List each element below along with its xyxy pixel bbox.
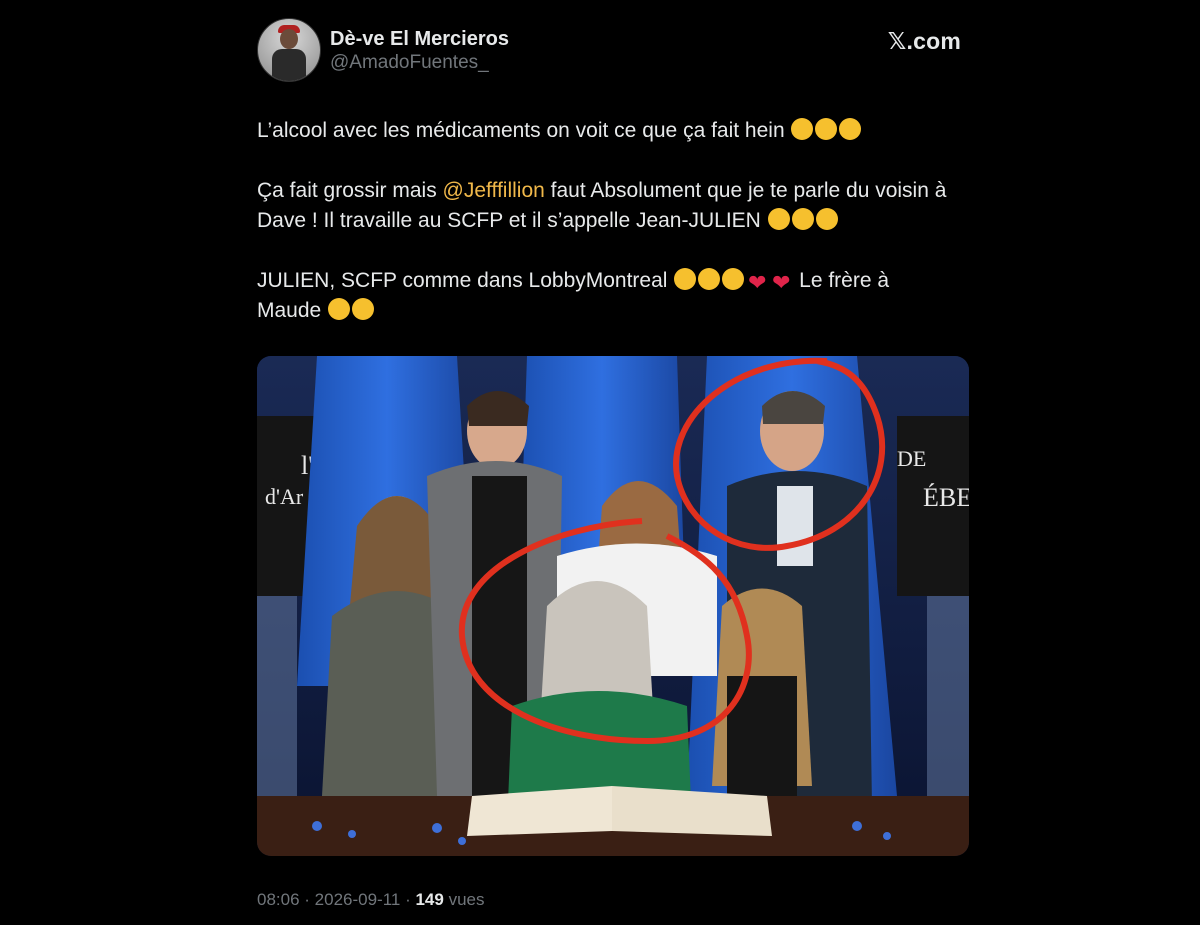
tweet-card: Dè-ve El Mercieros @AmadoFuentes_ 𝕏.com … (257, 18, 969, 909)
heart-eyes-icon (722, 268, 745, 290)
author-names: Dè-ve El Mercieros @AmadoFuentes_ (330, 27, 509, 75)
tweet-line-1: L’alcool avec les médicaments on voit ce… (257, 119, 785, 142)
author-avatar[interactable] (257, 18, 321, 82)
tweet-p2-start: Ça fait grossir mais (257, 179, 443, 202)
tweet-date[interactable]: 2026-09-11 (315, 890, 401, 909)
mention-link[interactable]: @Jefffillion (443, 179, 545, 202)
svg-text:d'Ar: d'Ar (265, 484, 304, 509)
heart-on-fire-icon: ❤ (772, 270, 791, 295)
author-display-name[interactable]: Dè-ve El Mercieros (330, 27, 509, 51)
tweet-header: Dè-ve El Mercieros @AmadoFuentes_ 𝕏.com (257, 18, 969, 82)
tweet-photo[interactable]: l' d'Ar DE ÉBE (257, 356, 969, 856)
views-count: 149 (415, 890, 444, 909)
tears-of-joy-icon (767, 208, 790, 230)
heart-eyes-icon (674, 268, 697, 290)
winking-face-icon (791, 118, 814, 140)
heart-eyes-icon (698, 268, 721, 290)
heart-on-fire-icon: ❤ (748, 270, 767, 295)
tweet-meta: 08:06 · 2026-09-11 · 149 vues (257, 890, 484, 910)
tweet-p3-start: JULIEN, SCFP comme dans LobbyMontreal (257, 269, 668, 292)
tweet-text: L’alcool avec les médicaments on voit ce… (257, 116, 957, 326)
tears-of-joy-icon (815, 208, 838, 230)
tears-of-joy-icon (791, 208, 814, 230)
heart-eyes-icon (328, 298, 351, 320)
author-handle[interactable]: @AmadoFuentes_ (330, 51, 509, 75)
x-logo-icon: 𝕏.com (887, 28, 961, 54)
svg-text:ÉBE: ÉBE (923, 483, 969, 512)
svg-text:DE: DE (897, 446, 926, 471)
tears-of-joy-icon (839, 118, 862, 140)
views-label: vues (443, 890, 485, 909)
heart-eyes-icon (352, 298, 375, 320)
tears-of-joy-icon (815, 118, 838, 140)
meta-separator: · (400, 890, 416, 909)
tweet-time[interactable]: 08:06 (257, 890, 300, 909)
meta-separator: · (299, 890, 315, 909)
